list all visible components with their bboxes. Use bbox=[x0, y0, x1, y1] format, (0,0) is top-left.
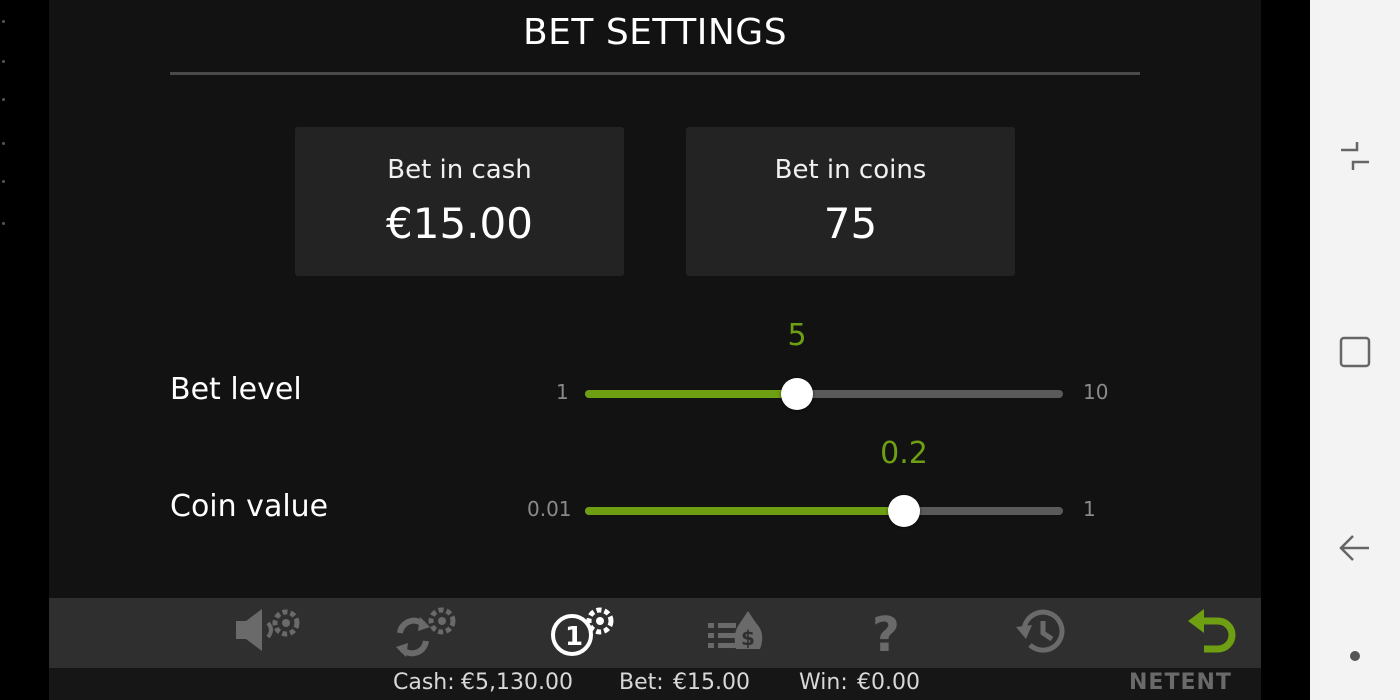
coin-value-slider-thumb[interactable] bbox=[888, 495, 920, 527]
back-button[interactable] bbox=[1165, 598, 1255, 668]
back-icon bbox=[1180, 603, 1240, 663]
bet-level-min: 1 bbox=[556, 380, 569, 404]
title-divider bbox=[170, 72, 1140, 75]
svg-text:1: 1 bbox=[565, 622, 583, 652]
dot-icon bbox=[1345, 646, 1365, 670]
cash-value: €5,130.00 bbox=[461, 670, 573, 695]
svg-text:?: ? bbox=[872, 607, 900, 659]
win-value: €0.00 bbox=[857, 670, 920, 695]
edge-dot bbox=[2, 142, 5, 145]
bet-level-slider-thumb[interactable] bbox=[781, 378, 813, 410]
bet-level-label: Bet level bbox=[170, 372, 302, 407]
recent-apps-button[interactable] bbox=[1310, 128, 1400, 188]
bet-in-cash-label: Bet in cash bbox=[387, 155, 532, 185]
bet-in-cash-value: €15.00 bbox=[386, 199, 533, 248]
arrow-left-icon bbox=[1335, 528, 1375, 572]
sound-settings-button[interactable] bbox=[221, 598, 311, 668]
home-button[interactable] bbox=[1310, 324, 1400, 384]
bet-label: Bet: bbox=[619, 670, 664, 695]
edge-dot bbox=[2, 222, 5, 225]
coin-value-slider[interactable] bbox=[585, 495, 1063, 527]
history-icon bbox=[1012, 603, 1072, 663]
bet-in-cash-card: Bet in cash €15.00 bbox=[295, 127, 624, 276]
bet-settings-button[interactable]: 1 bbox=[537, 598, 627, 668]
win-label: Win: bbox=[799, 670, 848, 695]
bet-value: €15.00 bbox=[673, 670, 750, 695]
cash-label: Cash: bbox=[393, 670, 455, 695]
android-navigation-bar bbox=[1310, 0, 1400, 700]
bet-in-coins-card: Bet in coins 75 bbox=[686, 127, 1015, 276]
game-toolbar: 1 $ ? bbox=[49, 598, 1261, 668]
coin-value-value: 0.2 bbox=[880, 436, 928, 471]
bet-level-value: 5 bbox=[787, 318, 807, 353]
autoplay-settings-icon bbox=[386, 603, 462, 663]
status-bar: Cash: €5,130.00 Bet: €15.00 Win: €0.00 N… bbox=[49, 668, 1261, 700]
paytable-icon: $ bbox=[698, 603, 774, 663]
bet-level-slider-fill bbox=[585, 390, 797, 398]
edge-dot bbox=[2, 20, 5, 23]
page-title: BET SETTINGS bbox=[522, 12, 788, 53]
bet-level-slider[interactable] bbox=[585, 378, 1063, 410]
svg-text:$: $ bbox=[741, 626, 755, 650]
right-edge-strip bbox=[1261, 0, 1310, 700]
back-nav-button[interactable] bbox=[1310, 520, 1400, 580]
left-edge-strip bbox=[0, 0, 49, 700]
bet-settings-icon: 1 bbox=[544, 603, 620, 663]
edge-dot bbox=[2, 98, 5, 101]
home-icon bbox=[1335, 332, 1375, 376]
netent-logo: NETENT bbox=[1129, 670, 1232, 695]
coin-value-max: 1 bbox=[1083, 497, 1096, 521]
help-icon: ? bbox=[858, 603, 914, 663]
paytable-button[interactable]: $ bbox=[691, 598, 781, 668]
bet-in-coins-value: 75 bbox=[823, 199, 878, 248]
bet-in-coins-label: Bet in coins bbox=[774, 155, 927, 185]
sound-settings-icon bbox=[228, 603, 304, 663]
recent-apps-icon bbox=[1335, 136, 1375, 180]
edge-dot bbox=[2, 60, 5, 63]
bet-settings-panel: BET SETTINGS Bet in cash €15.00 Bet in c… bbox=[49, 0, 1261, 700]
nav-dot-button[interactable] bbox=[1310, 628, 1400, 688]
bet-level-max: 10 bbox=[1083, 380, 1109, 404]
coin-value-slider-fill bbox=[585, 507, 904, 515]
autoplay-settings-button[interactable] bbox=[379, 598, 469, 668]
edge-dot bbox=[2, 180, 5, 183]
coin-value-min: 0.01 bbox=[527, 497, 572, 521]
help-button[interactable]: ? bbox=[841, 598, 931, 668]
coin-value-label: Coin value bbox=[170, 489, 329, 524]
history-button[interactable] bbox=[997, 598, 1087, 668]
